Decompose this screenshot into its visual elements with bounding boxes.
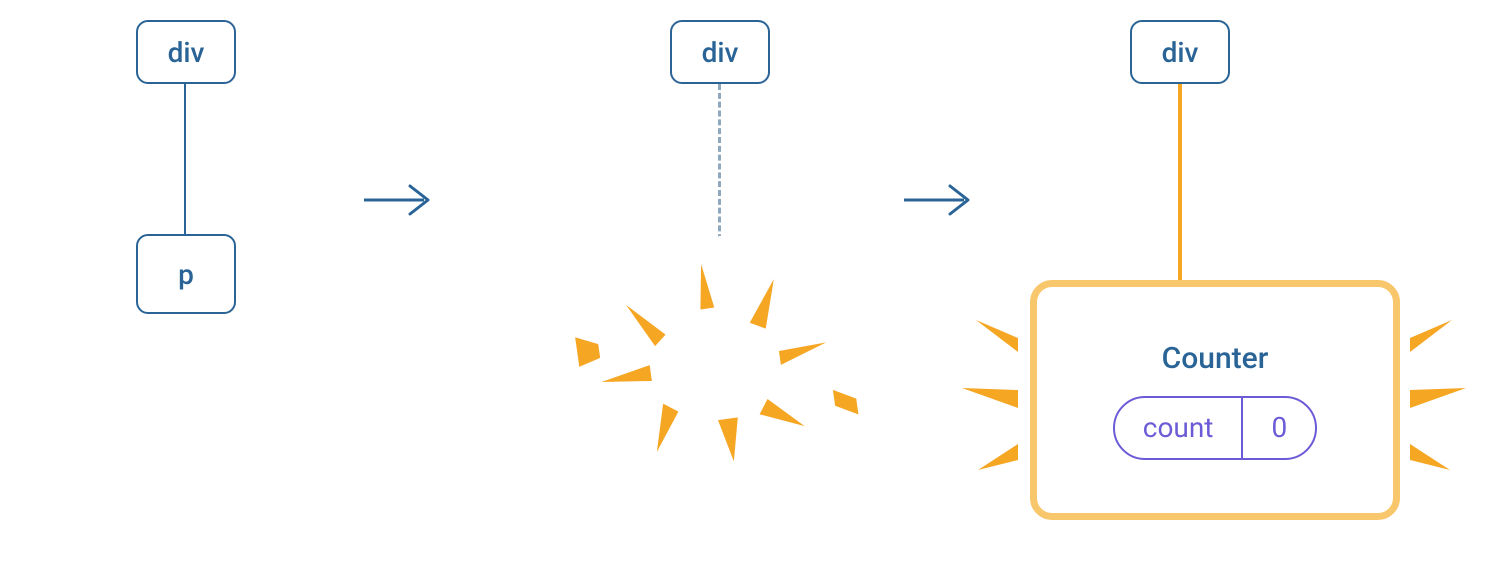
stage1-p-node: p (136, 234, 236, 314)
stage3-connector-orange (1178, 84, 1182, 282)
stage3-div-node: div (1130, 20, 1230, 84)
state-pill: count 0 (1113, 396, 1317, 460)
state-value: 0 (1243, 398, 1315, 458)
stage2-connector-dashed (718, 84, 721, 249)
counter-card: Counter count 0 (1030, 280, 1400, 520)
spark-burst-right-icon (1400, 320, 1470, 480)
spark-burst-left-icon (958, 320, 1028, 480)
arrow-icon (900, 180, 980, 220)
arrow-icon (360, 180, 440, 220)
diagram-stage: div p div div (0, 0, 1506, 580)
stage1-div-node: div (136, 20, 236, 84)
counter-title: Counter (1162, 341, 1269, 376)
stage1-connector (184, 84, 186, 234)
state-key: count (1115, 398, 1244, 458)
poof-sparks-icon (564, 220, 866, 505)
stage2-div-node: div (670, 20, 770, 84)
stage2-poof-box (564, 220, 866, 505)
